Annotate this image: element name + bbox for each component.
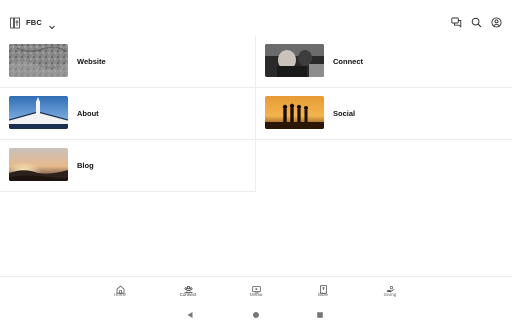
nav-label: Media [249, 292, 263, 297]
tile-label: Connect [333, 57, 363, 66]
connect-thumbnail [265, 44, 324, 77]
bible-icon [319, 281, 328, 294]
messages-icon[interactable] [451, 15, 462, 28]
home-circle-icon[interactable] [252, 306, 260, 318]
nav-label: Home [113, 292, 126, 297]
nav-media[interactable]: Media [236, 281, 276, 297]
website-thumbnail [9, 44, 68, 77]
blog-thumbnail [9, 148, 68, 181]
recents-square-icon[interactable] [316, 306, 324, 318]
home-icon [116, 281, 125, 294]
about-thumbnail [9, 96, 68, 129]
tile-label: About [77, 109, 99, 118]
system-navigation-bar [0, 300, 512, 320]
nav-bible[interactable]: Bible [303, 281, 343, 297]
account-icon[interactable] [491, 15, 502, 28]
church-logo-icon [10, 16, 20, 29]
people-icon [184, 281, 193, 293]
tile-blog[interactable]: Blog [0, 140, 256, 192]
media-icon [251, 281, 261, 294]
tile-website[interactable]: Website [0, 36, 256, 88]
tile-label: Social [333, 109, 356, 118]
nav-label: Bible [317, 292, 328, 297]
search-icon[interactable] [471, 15, 482, 28]
tile-social[interactable]: Social [256, 88, 512, 140]
tile-about[interactable]: About [0, 88, 256, 140]
bottom-navigation: Home Connect Media Bible Giving [0, 276, 512, 300]
org-switcher[interactable]: FBC [10, 14, 56, 30]
nav-label: Giving [383, 292, 397, 297]
tile-label: Blog [77, 161, 94, 170]
social-thumbnail [265, 96, 324, 129]
nav-giving[interactable]: Giving [370, 281, 410, 297]
tile-label: Website [77, 57, 106, 66]
giving-icon [386, 281, 395, 293]
back-triangle-icon[interactable] [186, 306, 194, 318]
nav-home[interactable]: Home [100, 281, 140, 297]
nav-label: Connect [179, 292, 197, 297]
nav-connect[interactable]: Connect [168, 281, 208, 297]
org-name: FBC [26, 17, 43, 27]
chevron-down-icon [48, 18, 56, 30]
tile-connect[interactable]: Connect [256, 36, 512, 88]
